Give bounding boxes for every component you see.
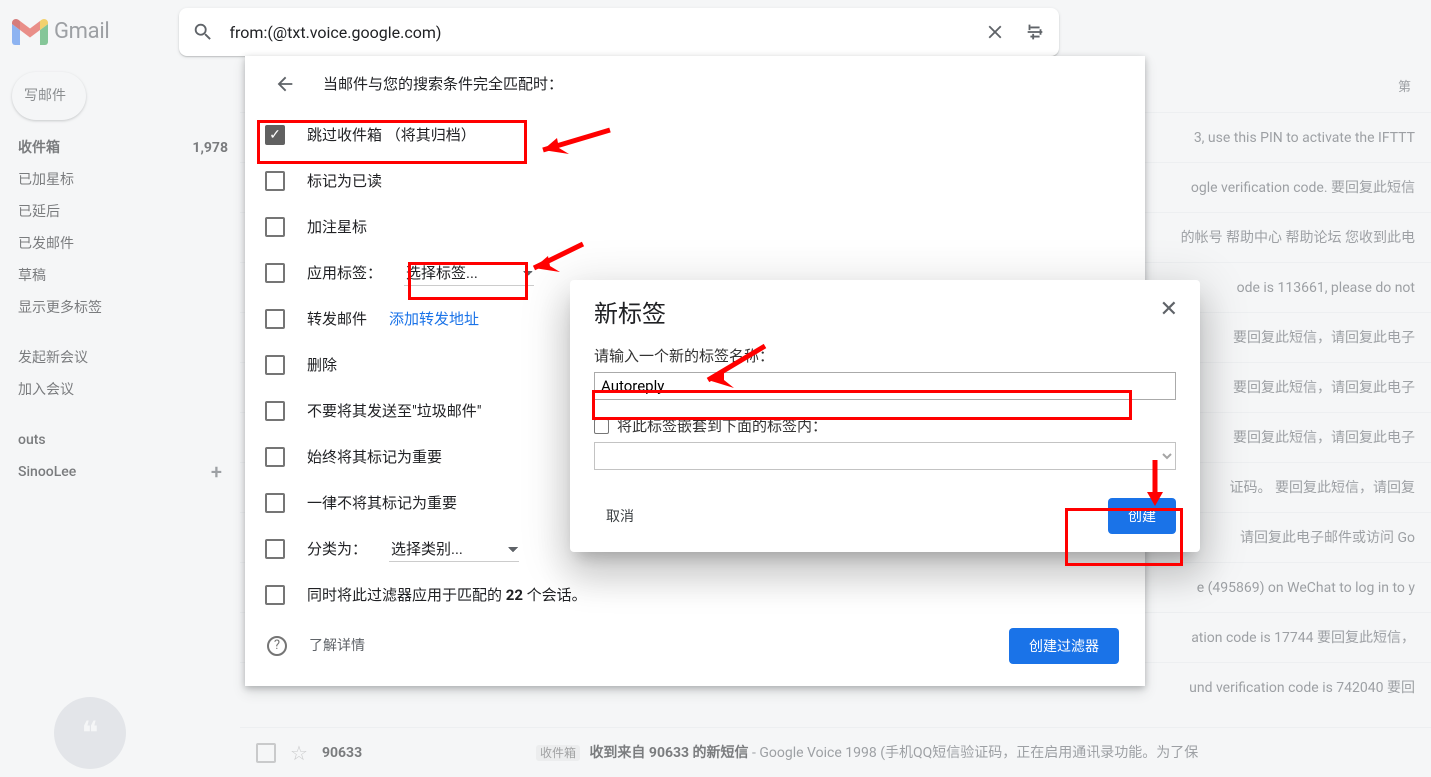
dialog-prompt: 请输入一个新的标签名称： (594, 346, 1176, 366)
new-label-dialog: ✕ 新标签 请输入一个新的标签名称： 将此标签嵌套到下面的标签内： 取消 创建 (570, 280, 1200, 552)
dialog-title: 新标签 (594, 304, 1176, 324)
cancel-button[interactable]: 取消 (594, 498, 646, 534)
nest-label: 将此标签嵌套到下面的标签内： (617, 416, 827, 436)
close-icon[interactable]: ✕ (1154, 296, 1184, 323)
label-name-input[interactable] (594, 372, 1176, 400)
create-label-button[interactable]: 创建 (1108, 498, 1176, 534)
nest-row[interactable]: 将此标签嵌套到下面的标签内： (594, 416, 1176, 436)
nest-checkbox[interactable] (594, 419, 609, 434)
nest-select[interactable] (594, 442, 1176, 470)
